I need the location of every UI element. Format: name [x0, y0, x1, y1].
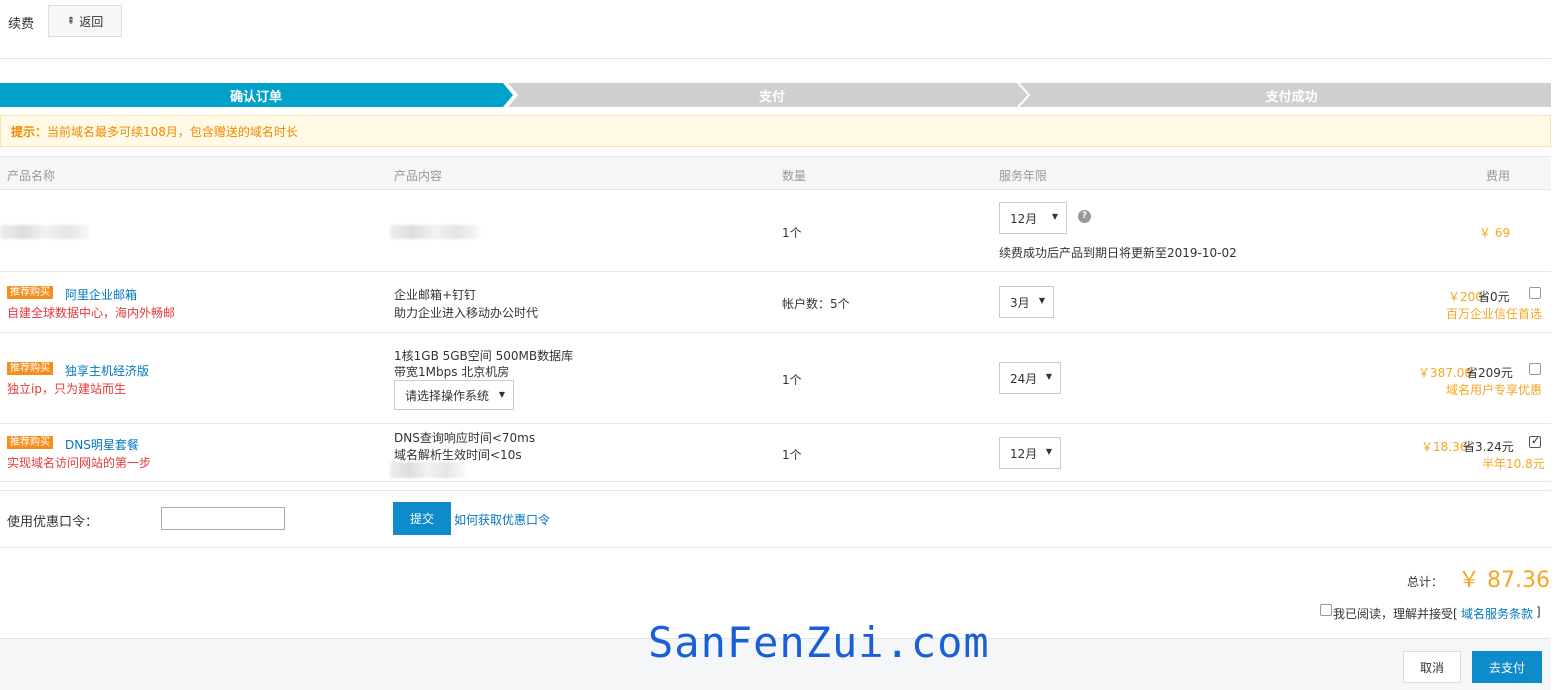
promo-subtitle: 独立ip，只为建站而生 — [7, 382, 126, 396]
promo-subtitle: 自建全球数据中心，海内外畅邮 — [7, 306, 176, 320]
promo-price: ￥387.00 — [1418, 366, 1472, 380]
promo-price: ￥18.36 — [1421, 440, 1468, 454]
agree-close: ] — [1536, 605, 1541, 619]
dropdown-arrow-icon: ▼ — [1038, 296, 1045, 305]
col-quantity: 数量 — [782, 169, 807, 183]
step-pay: 支付 — [758, 89, 785, 105]
row-divider — [0, 490, 1551, 491]
promo-tagline: 域名用户专享优惠 — [1446, 383, 1543, 397]
promo-period-value: 3月 — [1010, 295, 1030, 310]
promo-quantity: 帐户数：5个 — [782, 297, 850, 311]
promo-content-line1: 企业邮箱+钉钉 — [394, 288, 477, 302]
watermark-text: SanFenZui.com — [648, 618, 990, 667]
blurred-domain-content — [390, 225, 480, 239]
promo-content-line2: 域名解析生效时间<10s — [394, 448, 522, 462]
promo-tagline: 半年10.8元 — [1482, 457, 1545, 471]
promo-period-value: 12月 — [1010, 446, 1038, 461]
recommend-badge: 推荐购买 — [7, 286, 53, 299]
col-product-name: 产品名称 — [7, 169, 56, 183]
promo-name-link[interactable]: 阿里企业邮箱 — [65, 286, 137, 303]
scrollbar[interactable] — [1551, 0, 1566, 690]
step-pay-success: 支付成功 — [1265, 89, 1318, 105]
promo-saving: 省209元 — [1466, 366, 1513, 380]
help-icon[interactable]: ? — [1078, 210, 1091, 223]
dropdown-arrow-icon: ▼ — [1045, 372, 1052, 381]
agree-text: 我已阅读，理解并接受[ — [1333, 607, 1458, 621]
promo-content-line2: 带宽1Mbps 北京机房 — [394, 365, 510, 379]
row-divider — [0, 332, 1551, 333]
promo-tagline: 百万企业信任首选 — [1446, 307, 1543, 321]
cancel-button[interactable]: 取消 — [1403, 651, 1461, 683]
agree-checkbox[interactable] — [1320, 604, 1332, 616]
notice-banner: 提示： 当前域名最多可续108月，包含赠送的域名时长 — [0, 115, 1551, 147]
recommend-badge: 推荐购买 — [7, 436, 53, 449]
coupon-label: 使用优惠口令： — [7, 515, 99, 530]
promo-period-select[interactable]: 24月 ▼ — [999, 362, 1061, 394]
recommend-badge: 推荐购买 — [7, 362, 53, 375]
dropdown-arrow-icon: ▼ — [498, 390, 505, 399]
col-service-period: 服务年限 — [999, 169, 1048, 183]
blurred-content — [390, 462, 465, 478]
page-title: 续费 — [8, 17, 35, 32]
promo-content-line1: 1核1GB 5GB空间 500MB数据库 — [394, 349, 574, 363]
row-divider — [0, 481, 1551, 482]
promo-content-line1: DNS查询响应时间<70ms — [394, 431, 536, 445]
promo-quantity: 1个 — [782, 373, 802, 387]
os-select-value: 请选择操作系统 — [405, 388, 490, 403]
notice-prefix: 提示： — [11, 124, 48, 139]
promo-quantity: 1个 — [782, 448, 802, 462]
promo-saving: 省0元 — [1478, 290, 1510, 304]
step-confirm-order: 确认订单 — [229, 89, 282, 105]
row-divider — [0, 271, 1551, 272]
row-divider — [0, 423, 1551, 424]
back-label: 返回 — [79, 14, 104, 29]
progress-steps: 确认订单 支付 支付成功 — [0, 83, 1551, 107]
notice-text: 当前域名最多可续108月，包含赠送的域名时长 — [47, 124, 298, 139]
coupon-help-link[interactable]: 如何获取优惠口令 — [454, 511, 550, 528]
promo-subtitle: 实现域名访问网站的第一步 — [7, 456, 152, 470]
total-value: ￥ 87.36 — [1458, 568, 1550, 593]
os-select[interactable]: 请选择操作系统 ▼ — [394, 380, 514, 410]
pay-button[interactable]: 去支付 — [1472, 651, 1542, 683]
main-period-select[interactable]: 12月 ▼ — [999, 202, 1067, 234]
promo-select-checkbox[interactable] — [1529, 287, 1541, 299]
promo-saving: 省3.24元 — [1463, 440, 1514, 454]
dropdown-arrow-icon: ▼ — [1051, 212, 1058, 221]
blurred-domain-name — [0, 225, 90, 239]
terms-link[interactable]: 域名服务条款 — [1461, 605, 1533, 622]
back-arrow-icon: ⇞ — [66, 15, 76, 27]
dropdown-arrow-icon: ▼ — [1045, 447, 1052, 456]
col-fee: 费用 — [1486, 169, 1511, 183]
col-product-content: 产品内容 — [394, 169, 443, 183]
main-price: ￥ 69 — [1479, 226, 1511, 240]
main-quantity: 1个 — [782, 226, 802, 240]
back-button[interactable]: ⇞ 返回 — [48, 5, 122, 37]
promo-period-select[interactable]: 12月 ▼ — [999, 437, 1061, 469]
promo-content-line2: 助力企业进入移动办公时代 — [394, 306, 539, 320]
coupon-input[interactable] — [161, 507, 285, 530]
promo-select-checkbox[interactable] — [1529, 434, 1541, 448]
row-divider — [0, 547, 1551, 548]
coupon-submit-button[interactable]: 提交 — [393, 502, 451, 535]
table-header: 产品名称 产品内容 数量 服务年限 费用 — [0, 156, 1551, 190]
promo-select-checkbox[interactable] — [1529, 363, 1541, 375]
expire-note: 续费成功后产品到期日将更新至2019-10-02 — [999, 246, 1237, 260]
promo-name-link[interactable]: 独享主机经济版 — [65, 362, 149, 379]
header-divider — [0, 58, 1566, 59]
total-label: 总计： — [1407, 575, 1444, 589]
promo-period-value: 24月 — [1010, 371, 1038, 386]
promo-name-link[interactable]: DNS明星套餐 — [65, 436, 139, 453]
main-period-value: 12月 — [1010, 211, 1038, 226]
promo-period-select[interactable]: 3月 ▼ — [999, 286, 1054, 318]
